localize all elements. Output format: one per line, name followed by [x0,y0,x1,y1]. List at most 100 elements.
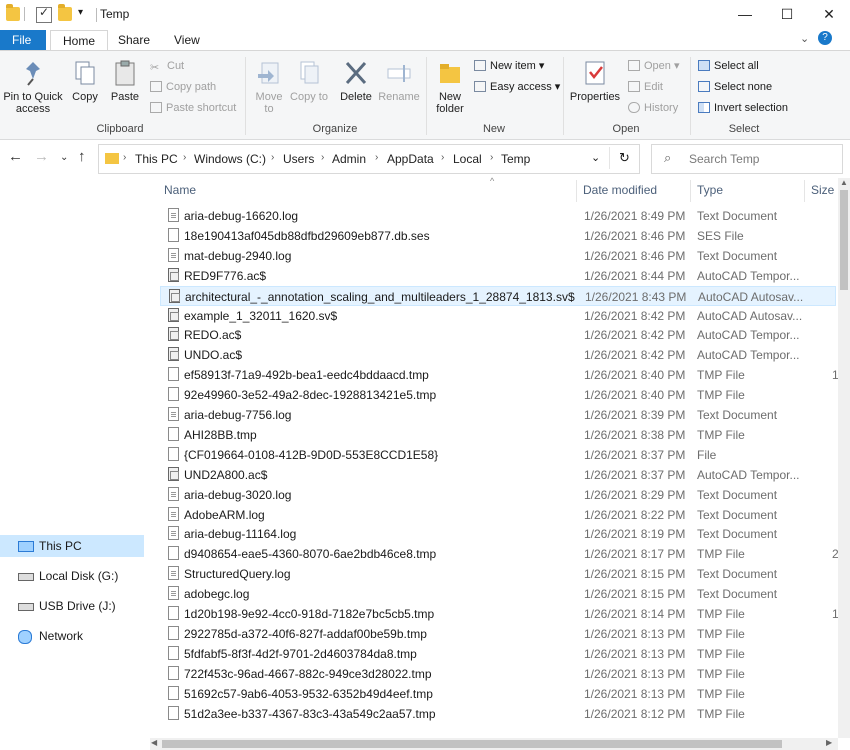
breadcrumb-separator-icon[interactable]: › [123,152,126,163]
table-row[interactable]: example_1_32011_1620.sv$ 1/26/2021 8:42 P… [160,306,836,326]
copy-button[interactable]: Copy [66,53,104,103]
up-arrow-icon[interactable]: ↑ [78,148,86,165]
table-row[interactable]: 1d20b198-9e92-4cc0-918d-7182e7bc5cb5.tmp… [160,604,839,624]
horizontal-scrollbar[interactable]: ◀ ▶ [150,738,838,750]
history-button[interactable]: History [628,99,678,117]
minimize-button[interactable]: — [724,0,766,30]
table-row[interactable]: UND2A800.ac$ 1/26/2021 8:37 PM AutoCAD Tem… [160,465,836,485]
invert-selection-button[interactable]: Invert selection [698,99,788,117]
nav-item-network[interactable]: Network [0,625,144,647]
nav-item-usb-drive-j[interactable]: USB Drive (J:) [0,595,144,617]
search-input[interactable]: Search Temp [689,152,759,166]
nav-item-this-pc[interactable]: This PC [0,535,144,557]
select-all-button[interactable]: Select all [698,57,759,75]
vertical-scroll-thumb[interactable] [840,190,848,290]
table-row[interactable]: AHI28BB.tmp 1/26/2021 8:38 PM TMP File [160,425,836,445]
breadcrumb-windows-c[interactable]: Windows (C:) [194,152,266,166]
properties-quick-icon[interactable] [36,5,52,23]
paste-shortcut-button[interactable]: Paste shortcut [150,99,236,117]
table-row[interactable]: 51d2a3ee-b337-4367-83c3-43a549c2aa57.tmp… [160,704,836,724]
new-item-button[interactable]: New item ▾ [474,57,544,75]
easy-access-button[interactable]: Easy access ▾ [474,78,560,96]
maximize-button[interactable]: ☐ [766,0,808,30]
search-box[interactable]: ⌕ Search Temp [651,144,843,174]
new-folder-button[interactable]: New folder [430,53,470,115]
copy-to-button[interactable]: Copy to [290,53,328,103]
table-row[interactable]: mat-debug-2940.log 1/26/2021 8:46 PM Text … [160,246,836,266]
column-name[interactable]: Name [164,183,196,197]
breadcrumb-users[interactable]: Users [283,152,314,166]
horizontal-scroll-thumb[interactable] [162,740,782,748]
table-row[interactable]: architectural_-_annotation_scaling_and_m… [160,285,836,306]
scroll-up-icon[interactable]: ▲ [840,178,848,187]
rename-button[interactable]: Rename [378,53,420,103]
delete-button[interactable]: Delete [338,53,374,103]
address-dropdown-icon[interactable]: ⌄ [591,151,600,164]
tab-file[interactable]: File [0,30,46,50]
column-date-modified[interactable]: Date modified [583,183,657,197]
breadcrumb-admin[interactable]: Admin [332,152,366,166]
column-type[interactable]: Type [697,183,723,197]
table-row[interactable]: adobegc.log 1/26/2021 8:15 PM Text Documen… [160,584,836,604]
table-row[interactable]: RED9F776.ac$ 1/26/2021 8:44 PM AutoCAD Tem… [160,266,836,286]
vertical-scrollbar[interactable]: ▲ [838,178,850,738]
tab-view[interactable]: View [162,30,212,50]
divider[interactable] [690,180,691,202]
divider[interactable] [576,180,577,202]
breadcrumb-separator-icon[interactable]: › [271,152,274,163]
breadcrumb-separator-icon[interactable]: › [183,152,186,163]
back-arrow-icon[interactable]: ← [8,148,23,165]
table-row[interactable]: StructuredQuery.log 1/26/2021 8:15 PM Text… [160,564,836,584]
breadcrumb-separator-icon[interactable]: › [441,152,444,163]
breadcrumb-appdata[interactable]: AppData [387,152,434,166]
table-row[interactable]: d9408654-eae5-4360-8070-6ae2bdb46ce8.tmp… [160,544,839,564]
table-row[interactable]: 5fdfabf5-8f3f-4d2f-9701-2d4603784da8.tmp… [160,644,836,664]
table-row[interactable]: {CF019664-0108-412B-9D0D-553E8CCD1E58} 1/… [160,445,836,465]
new-folder-quick-icon[interactable] [58,4,72,21]
column-size[interactable]: Size [811,183,834,197]
cut-button[interactable]: ✂ Cut [150,57,184,75]
address-bar[interactable]: › This PC › Windows (C:) › Users › Admin… [98,144,640,174]
breadcrumb-local[interactable]: Local [453,152,482,166]
table-row[interactable]: ef58913f-71a9-492b-bea1-eedc4bddaacd.tmp… [160,365,839,385]
table-row[interactable]: UNDO.ac$ 1/26/2021 8:42 PM AutoCAD Tempor.… [160,345,836,365]
scroll-left-icon[interactable]: ◀ [151,738,157,747]
edit-button[interactable]: Edit [628,78,663,96]
close-button[interactable]: ✕ [808,0,850,30]
breadcrumb-separator-icon[interactable]: › [321,152,324,163]
breadcrumb-this-pc[interactable]: This PC [135,152,178,166]
table-row[interactable]: 92e49960-3e52-49a2-8dec-1928813421e5.tmp… [160,385,836,405]
divider[interactable] [804,180,805,202]
table-row[interactable]: aria-debug-11164.log 1/26/2021 8:19 PM Tex… [160,524,836,544]
move-to-button[interactable]: Move to [250,53,288,115]
pin-to-quick-access-button[interactable]: Pin to Quick access [2,53,64,115]
table-row[interactable]: 2922785d-a372-40f6-827f-addaf00be59b.tmp… [160,624,836,644]
table-row[interactable]: AdobeARM.log 1/26/2021 8:22 PM Text Docume… [160,505,836,525]
open-button[interactable]: Open ▾ [628,57,680,75]
scroll-right-icon[interactable]: ▶ [826,738,832,747]
recent-locations-chevron-icon[interactable]: ⌄ [60,152,68,163]
chevron-down-icon[interactable]: ⌄ [800,32,809,45]
tab-home[interactable]: Home [50,30,109,51]
refresh-icon[interactable]: ↻ [619,150,630,166]
table-row[interactable]: aria-debug-16620.log 1/26/2021 8:49 PM Tex… [160,206,836,226]
paste-button[interactable]: Paste [106,53,144,103]
table-row[interactable]: 18e190413af045db88dfbd29609eb877.db.ses 1… [160,226,836,246]
breadcrumb-separator-icon[interactable]: › [375,152,378,163]
copy-path-button[interactable]: Copy path [150,78,216,96]
table-row[interactable]: aria-debug-3020.log 1/26/2021 8:29 PM Text… [160,485,836,505]
table-row[interactable]: 722f453c-96ad-4667-882c-949ce3d28022.tmp… [160,664,836,684]
breadcrumb-separator-icon[interactable]: › [490,152,493,163]
breadcrumb-temp[interactable]: Temp [501,152,530,166]
quick-access-dropdown-icon[interactable]: ▾ [78,7,83,18]
scissors-icon: ✂ [150,62,160,74]
select-none-button[interactable]: Select none [698,78,772,96]
tab-share[interactable]: Share [106,30,162,50]
table-row[interactable]: 51692c57-9ab6-4053-9532-6352b49d4eef.tmp… [160,684,836,704]
help-icon[interactable]: ? [818,31,832,45]
table-row[interactable]: aria-debug-7756.log 1/26/2021 8:39 PM Text… [160,405,836,425]
properties-button[interactable]: Properties [567,53,623,103]
table-row[interactable]: REDO.ac$ 1/26/2021 8:42 PM AutoCAD Tempor.… [160,325,836,345]
forward-arrow-icon[interactable]: → [34,148,49,165]
nav-item-local-disk-g[interactable]: Local Disk (G:) [0,565,144,587]
